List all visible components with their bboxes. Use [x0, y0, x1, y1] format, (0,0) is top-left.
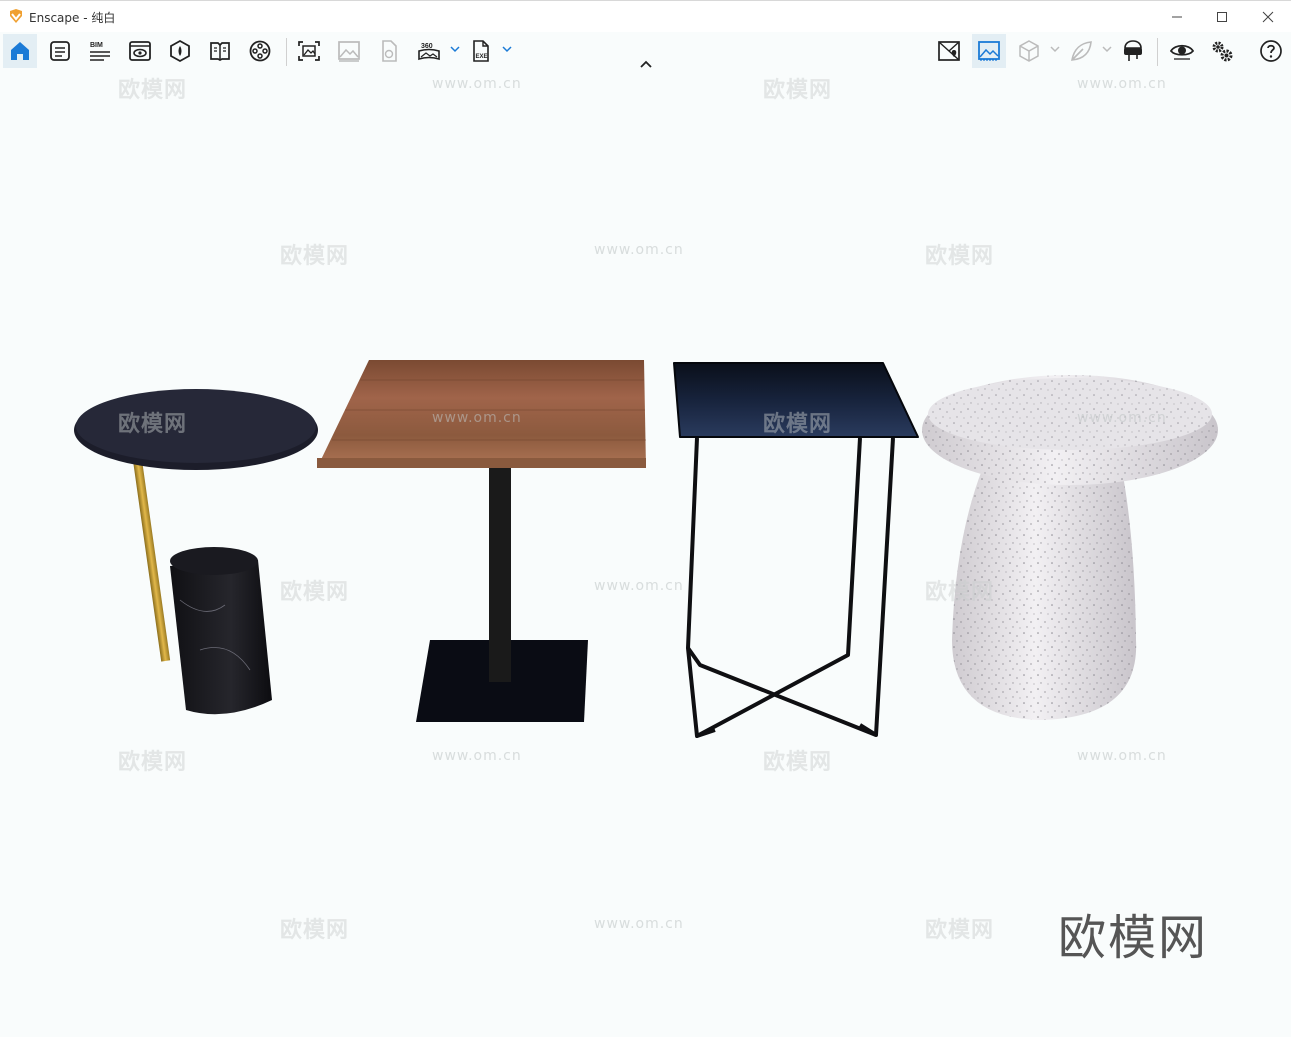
- map-pin-icon: [938, 41, 960, 61]
- maximize-button[interactable]: [1199, 1, 1245, 33]
- book-icon: [210, 42, 230, 61]
- watermark-text: 欧模网: [280, 244, 350, 269]
- help-button[interactable]: [1254, 34, 1288, 68]
- window-title: Enscape - 纯白: [29, 11, 116, 25]
- svg-text:EXE: EXE: [476, 54, 488, 60]
- watermark-url: www.om.cn: [594, 916, 684, 932]
- enscape-logo-icon: [10, 9, 22, 23]
- gallery-icon: [338, 41, 360, 62]
- view-management-button[interactable]: [123, 34, 157, 68]
- watermark-url: www.om.cn: [594, 242, 684, 258]
- map-button[interactable]: [932, 34, 966, 68]
- watermark-text: 欧模网: [925, 918, 995, 943]
- watermark-text: 欧模网: [763, 412, 833, 437]
- settings-button[interactable]: [1205, 34, 1239, 68]
- watermark-text: 欧模网: [763, 750, 833, 775]
- panorama-button[interactable]: 360: [412, 34, 446, 68]
- render-viewport[interactable]: 欧模网 www.om.cn 欧模网 www.om.cn 欧模网 www.om.c…: [0, 70, 1291, 1037]
- collapse-toolbar-icon[interactable]: [638, 58, 654, 70]
- watermark-text: 欧模网: [925, 580, 995, 605]
- watermark-text: 欧模网: [118, 78, 188, 103]
- upload-button[interactable]: [372, 34, 406, 68]
- maximize-icon: [1217, 12, 1227, 22]
- scene-render: [74, 360, 1218, 738]
- watermark-url: www.om.cn: [1077, 410, 1167, 426]
- chevron-down-icon[interactable]: [1050, 44, 1060, 54]
- image-view-icon: [978, 41, 1000, 61]
- watermark-url: www.om.cn: [594, 578, 684, 594]
- video-reel-icon: [249, 40, 271, 62]
- bim-icon: BIM: [90, 42, 110, 61]
- terrazzo-stool: [922, 375, 1218, 720]
- panorama-360-icon: 360: [418, 43, 440, 61]
- vegetation-button[interactable]: [1064, 34, 1098, 68]
- cube-icon: [1019, 40, 1039, 62]
- view-mode-button[interactable]: [1012, 34, 1046, 68]
- close-icon: [1262, 11, 1274, 23]
- watermark-url: www.om.cn: [432, 410, 522, 426]
- asset-library-button[interactable]: [203, 34, 237, 68]
- settings-gears-icon: [1212, 41, 1233, 62]
- home-button[interactable]: [3, 34, 37, 68]
- objects-panel-button[interactable]: [43, 34, 77, 68]
- title-bar: Enscape - 纯白: [0, 0, 1291, 32]
- visual-settings-button[interactable]: [972, 34, 1006, 68]
- vr-headset-icon: [1124, 40, 1142, 61]
- screenshot-icon: [298, 41, 320, 61]
- brand-logo: 欧模网: [1058, 910, 1209, 966]
- upload-icon: [382, 40, 397, 62]
- vr-headset-button[interactable]: [1116, 34, 1150, 68]
- panel-list-icon: [50, 41, 70, 61]
- eye-icon: [1170, 44, 1194, 60]
- svg-text:BIM: BIM: [90, 42, 103, 49]
- watermark-text: 欧模网: [118, 750, 188, 775]
- watermark-url: www.om.cn: [432, 748, 522, 764]
- chevron-down-icon[interactable]: [502, 44, 512, 54]
- close-button[interactable]: [1245, 1, 1291, 33]
- watermark-url: www.om.cn: [1077, 748, 1167, 764]
- material-editor-button[interactable]: [163, 34, 197, 68]
- watermark-url: www.om.cn: [432, 76, 522, 92]
- toolbar-separator: [286, 38, 287, 66]
- bim-button[interactable]: BIM: [83, 34, 117, 68]
- watermark-text: 欧模网: [280, 580, 350, 605]
- exe-export-icon: EXE: [473, 40, 489, 62]
- watermark-text: 欧模网: [925, 244, 995, 269]
- side-table-oval-marble: [74, 389, 318, 715]
- leaf-icon: [1071, 41, 1092, 61]
- exe-export-button[interactable]: EXE: [464, 34, 498, 68]
- watermark-text: 欧模网: [763, 78, 833, 103]
- toolbar-separator: [1157, 38, 1158, 66]
- screenshot-button[interactable]: [292, 34, 326, 68]
- material-icon: [170, 39, 190, 63]
- home-icon: [11, 42, 29, 60]
- watermark-text: 欧模网: [118, 412, 188, 437]
- visibility-button[interactable]: [1165, 34, 1199, 68]
- chevron-down-icon[interactable]: [450, 44, 460, 54]
- minimize-icon: [1172, 16, 1182, 18]
- chevron-down-icon[interactable]: [1102, 44, 1112, 54]
- video-editor-button[interactable]: [243, 34, 277, 68]
- gallery-button[interactable]: [332, 34, 366, 68]
- help-icon: [1260, 40, 1282, 62]
- watermark-url: www.om.cn: [1077, 76, 1167, 92]
- minimize-button[interactable]: [1154, 1, 1200, 33]
- view-window-icon: [129, 41, 151, 61]
- watermark-text: 欧模网: [280, 918, 350, 943]
